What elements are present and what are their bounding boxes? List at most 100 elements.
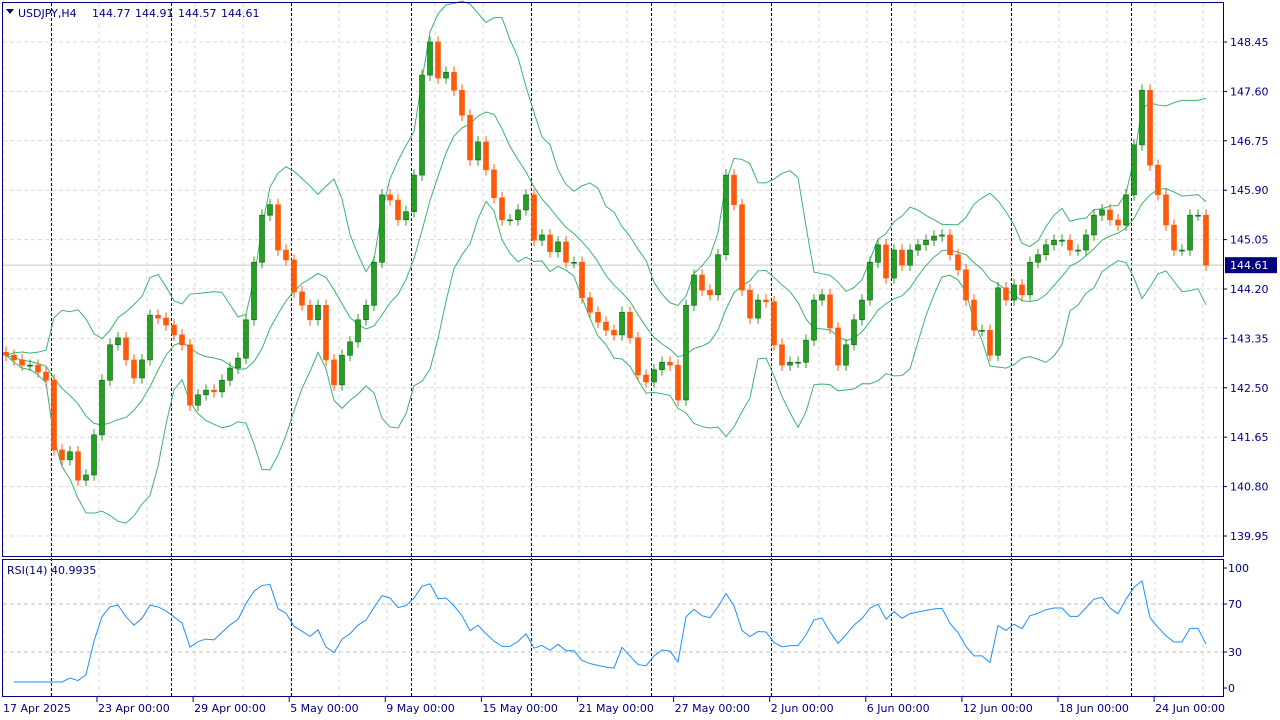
price-axis: 148.45 147.60 146.75 145.90 145.05 144.20 143.…: [1223, 36, 1269, 543]
bull-candle: [843, 344, 849, 366]
bull-candle: [1187, 214, 1193, 251]
bull-candle: [371, 261, 377, 306]
bull-candle: [939, 234, 945, 237]
high-value: 144.91: [135, 7, 174, 20]
bull-candle: [1051, 239, 1057, 246]
bear-candle: [3, 352, 9, 356]
rsi-tick-label: 100: [1228, 562, 1249, 575]
bull-candle: [1179, 249, 1185, 252]
rsi-tick-label: 70: [1228, 598, 1242, 611]
bear-candle: [435, 41, 441, 79]
bear-candle: [459, 89, 465, 116]
bull-candle: [235, 357, 241, 369]
bull-candle: [539, 234, 545, 241]
bull-candle: [851, 319, 857, 346]
bear-candle: [51, 379, 57, 451]
bear-candle: [747, 289, 753, 319]
bear-candle: [947, 234, 953, 256]
time-tick-label: 2 Jun 00:00: [771, 702, 834, 715]
bull-candle: [1099, 209, 1105, 216]
bear-candle: [59, 449, 65, 461]
bear-candle: [827, 294, 833, 329]
bull-candle: [1195, 214, 1201, 217]
bull-candle: [427, 41, 433, 76]
bear-candle: [955, 254, 961, 271]
bear-candle: [1003, 287, 1009, 301]
bear-candle: [603, 321, 609, 331]
bear-candle: [155, 314, 161, 319]
price-tick-label: 142.50: [1230, 382, 1269, 395]
rsi-series-line: [14, 580, 1207, 683]
main-chart-frame: [2, 2, 1224, 557]
bear-candle: [699, 274, 705, 291]
bull-candle: [515, 209, 521, 221]
price-tick-label: 143.35: [1230, 332, 1269, 345]
bull-candle: [355, 319, 361, 343]
bear-candle: [307, 304, 313, 321]
price-tick-label: 146.75: [1230, 135, 1269, 148]
rsi-tick-label: 30: [1228, 646, 1242, 659]
bull-candle: [243, 319, 249, 359]
bull-candle: [347, 341, 353, 356]
rsi-axis: 100 70 30 0: [1223, 562, 1249, 695]
rsi-label: RSI(14) 40.9935: [7, 564, 96, 577]
usdjpy-chart[interactable]: 148.45 147.60 146.75 145.90 145.05 144.20 143.…: [0, 0, 1280, 720]
open-value: 144.77: [92, 7, 131, 20]
bear-candle: [963, 269, 969, 301]
price-tick-label: 148.45: [1230, 36, 1269, 49]
collapse-triangle-icon[interactable]: [6, 9, 14, 14]
symbol-header[interactable]: USDJPY,H4 144.77 144.91 144.57 144.61: [6, 7, 260, 20]
bull-candle: [891, 249, 897, 279]
bull-candle: [315, 304, 321, 321]
bull-candle: [923, 239, 929, 246]
bear-candle: [1067, 239, 1073, 251]
bear-candle: [35, 364, 41, 373]
bear-candle: [1115, 219, 1121, 226]
bear-candle: [731, 174, 737, 206]
bull-candle: [659, 361, 665, 371]
low-value: 144.57: [178, 7, 217, 20]
bull-candle: [755, 299, 761, 319]
bull-candle: [867, 261, 873, 301]
bull-candle: [931, 235, 937, 241]
bear-candle: [123, 337, 129, 361]
bear-candle: [75, 451, 81, 481]
time-tick-label: 18 Jun 00:00: [1059, 702, 1129, 715]
bull-candle: [251, 261, 257, 321]
bull-candle: [1043, 244, 1049, 256]
time-tick-label: 27 May 00:00: [675, 702, 750, 715]
price-tick-label: 140.80: [1230, 481, 1269, 494]
bear-candle: [899, 249, 905, 266]
bear-candle: [1155, 164, 1161, 196]
bull-candle: [1139, 89, 1145, 146]
bear-candle: [331, 359, 337, 386]
bear-candle: [987, 329, 993, 356]
bull-candle: [411, 174, 417, 213]
bull-candle: [907, 249, 913, 266]
bear-candle: [11, 354, 17, 361]
bull-candle: [475, 141, 481, 161]
bear-candle: [1019, 284, 1025, 296]
time-tick-label: 12 Jun 00:00: [963, 702, 1033, 715]
bull-candle: [1075, 249, 1081, 252]
bear-candle: [171, 324, 177, 336]
bull-candle: [803, 339, 809, 363]
bull-candle: [1035, 254, 1041, 263]
bull-candle: [195, 394, 201, 406]
bear-candle: [1163, 194, 1169, 226]
bull-candle: [915, 244, 921, 251]
bear-candle: [275, 204, 281, 251]
bull-candle: [1131, 144, 1137, 196]
bear-candle: [163, 317, 169, 326]
bear-candle: [595, 311, 601, 323]
time-tick-label: 6 Jun 00:00: [867, 702, 930, 715]
time-tick-label: 9 May 00:00: [386, 702, 454, 715]
bull-candle: [523, 194, 529, 211]
bollinger-upper-band: [5, 0, 1207, 356]
bull-candle: [1011, 284, 1017, 301]
bull-candle: [859, 299, 865, 321]
bull-candle: [691, 274, 697, 306]
bear-candle: [635, 337, 641, 376]
bull-candle: [555, 241, 561, 253]
bull-candle: [819, 294, 825, 301]
